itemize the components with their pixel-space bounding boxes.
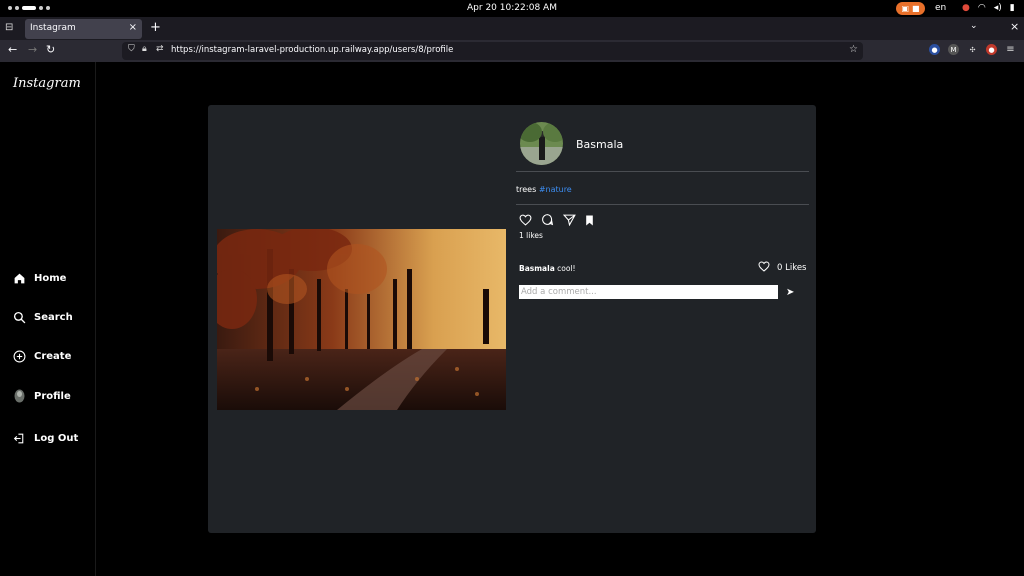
comment-bubble-icon[interactable] [541, 211, 554, 230]
screen-share-indicator[interactable]: ▣ ■ [896, 2, 925, 15]
bookmark-icon[interactable] [585, 211, 594, 230]
divider [516, 204, 809, 205]
lock-icon[interactable]: 🔒︎ [142, 44, 147, 54]
sidebar: Instagram Home Search Create Profile Log… [0, 62, 96, 576]
url-bar[interactable]: ⛉ 🔒︎ ⇄ https://instagram-laravel-product… [122, 42, 863, 60]
comment-author[interactable]: Basmala [519, 264, 555, 273]
search-icon [12, 310, 26, 324]
divider [516, 171, 809, 172]
plus-circle-icon [12, 349, 26, 363]
volume-icon: ◂) [993, 3, 1002, 13]
sidebar-item-home[interactable]: Home [12, 271, 66, 285]
comment-text: cool! [554, 264, 576, 273]
likes-count: 1 likes [519, 231, 543, 240]
sidebar-item-create[interactable]: Create [12, 349, 71, 363]
back-arrow-icon[interactable]: ← [8, 43, 17, 56]
comment-like-control: 0 Likes [758, 261, 806, 275]
account-icon[interactable]: M [948, 44, 959, 55]
avatar [12, 389, 26, 403]
system-clock[interactable]: Apr 20 10:22:08 AM [0, 3, 1024, 13]
reload-icon[interactable]: ↻ [46, 43, 55, 56]
url-text[interactable]: https://instagram-laravel-production.up.… [171, 45, 453, 55]
sidebar-item-label: Create [34, 350, 72, 362]
sidebar-item-label: Profile [34, 390, 71, 402]
tab-title: Instagram [30, 23, 76, 33]
keyboard-layout[interactable]: en [935, 3, 946, 13]
send-comment-icon[interactable]: ➤ [786, 287, 794, 298]
page-content: Instagram Home Search Create Profile Log… [0, 62, 1024, 576]
sidebar-item-profile[interactable]: Profile [12, 389, 71, 403]
tab-close-icon[interactable]: × [129, 22, 137, 33]
system-top-bar: Apr 20 10:22:08 AM ▣ ■ en ● ◠ ◂) ▮ [0, 0, 1024, 17]
menu-icon[interactable]: ≡ [1005, 44, 1016, 55]
logout-icon [12, 431, 26, 445]
post-card: Basmala trees #nature 1 likes Basmala co… [208, 105, 816, 533]
permissions-icon[interactable]: ⇄ [156, 44, 164, 54]
sidebar-item-search[interactable]: Search [12, 310, 73, 324]
post-details: Basmala trees #nature 1 likes Basmala co… [516, 105, 809, 533]
vpn-icon: ● [962, 3, 970, 13]
system-tray[interactable]: ● ◠ ◂) ▮ [962, 3, 1015, 13]
new-tab-icon[interactable]: + [150, 20, 161, 35]
post-actions [519, 211, 594, 230]
comment-item: Basmala cool! [519, 264, 576, 273]
shield-icon[interactable]: ⛉ [128, 44, 135, 54]
extension-red-icon[interactable]: ● [986, 44, 997, 55]
sidebar-item-logout[interactable]: Log Out [12, 431, 78, 445]
sidebar-item-label: Search [34, 311, 73, 323]
browser-tab-instagram[interactable]: Instagram × [25, 19, 142, 39]
comment-likes-count: 0 Likes [777, 263, 807, 273]
share-send-icon[interactable] [562, 211, 576, 230]
sidebar-item-label: Log Out [34, 432, 79, 444]
battery-icon: ▮ [1009, 3, 1015, 13]
comment-input[interactable] [519, 285, 778, 299]
stop-icon: ■ [912, 4, 920, 13]
puzzle-icon[interactable]: ✣ [967, 44, 978, 55]
forward-arrow-icon[interactable]: → [28, 43, 37, 56]
caption-text: trees [516, 185, 539, 194]
comment-like-heart-icon[interactable] [758, 261, 770, 275]
browser-tab-bar: ⊟ Instagram × + ⌄ × [0, 17, 1024, 40]
post-caption: trees #nature [516, 185, 572, 194]
window-close-icon[interactable]: × [1010, 20, 1019, 33]
sidebar-item-label: Home [34, 272, 67, 284]
tab-overflow-chevron-icon[interactable]: ⌄ [970, 21, 978, 31]
post-image[interactable] [217, 229, 506, 410]
avatar[interactable] [520, 122, 563, 165]
instagram-logo[interactable]: Instagram [13, 76, 81, 91]
bookmark-star-icon[interactable]: ☆ [849, 44, 858, 55]
screen-share-icon: ▣ [901, 4, 909, 13]
extension-icon[interactable]: ● [929, 44, 940, 55]
post-username[interactable]: Basmala [576, 138, 623, 151]
like-heart-icon[interactable] [519, 211, 532, 230]
home-icon [12, 271, 26, 285]
browser-nav-bar: ← → ↻ ⛉ 🔒︎ ⇄ https://instagram-laravel-p… [0, 40, 1024, 62]
tab-list-icon[interactable]: ⊟ [5, 22, 18, 35]
wifi-icon: ◠ [977, 3, 986, 13]
hashtag-link[interactable]: #nature [539, 185, 572, 194]
